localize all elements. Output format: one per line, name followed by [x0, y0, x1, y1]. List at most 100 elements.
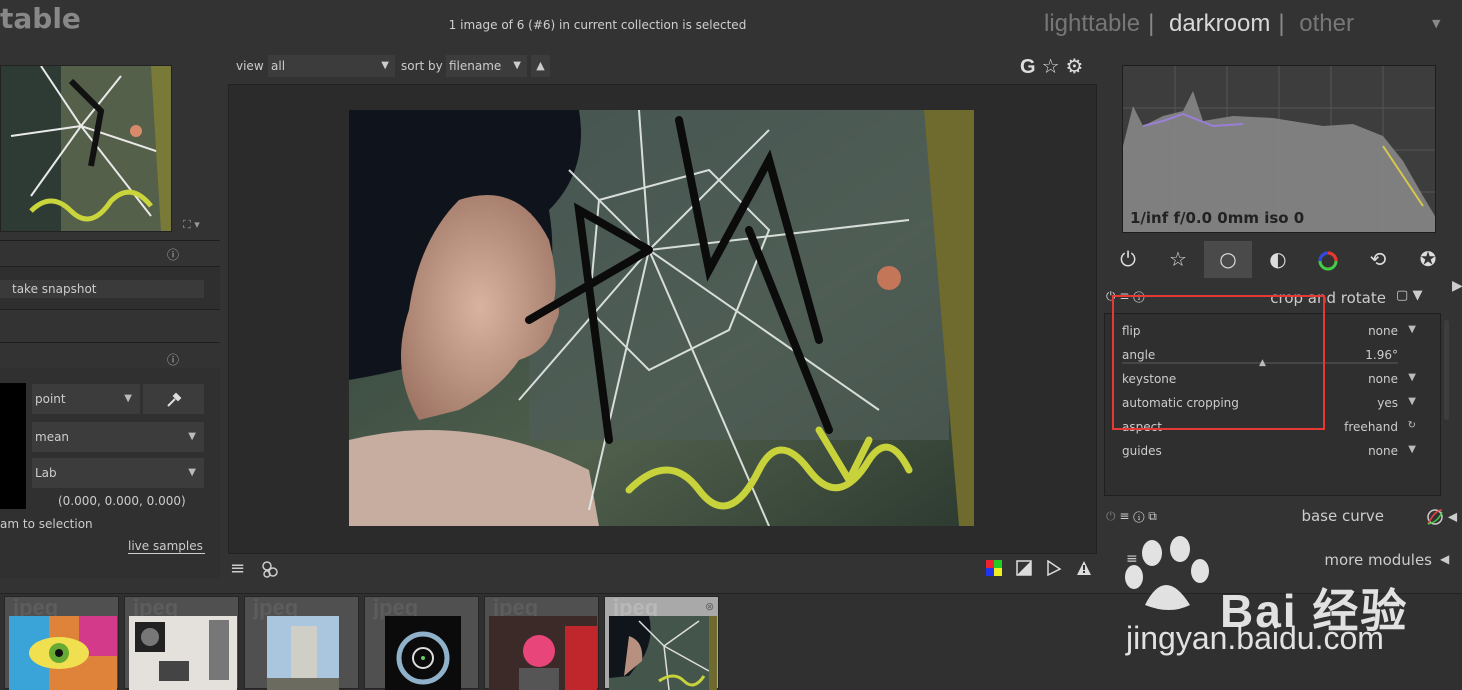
- thumb-image: [129, 616, 237, 690]
- exif-info: 1/inf f/0.0 0mm iso 0: [1130, 209, 1305, 227]
- restrict-histogram-toggle[interactable]: am to selection: [0, 517, 93, 531]
- right-panel-scrollbar[interactable]: [1444, 320, 1449, 420]
- chevron-down-icon: ▼: [1408, 324, 1416, 335]
- grouping-button[interactable]: G: [1020, 56, 1036, 78]
- presets-icon[interactable]: ≡: [1119, 509, 1129, 523]
- guides-param[interactable]: guides none ▼: [1122, 444, 1418, 464]
- histogram[interactable]: [1122, 65, 1436, 233]
- menu-icon[interactable]: ≡: [230, 558, 245, 579]
- close-icon[interactable]: ⊗: [705, 600, 714, 613]
- base-curve-header-icons: ⏻ ≡ ⓘ ⧉: [1106, 509, 1157, 524]
- base-curve-controls[interactable]: ◀: [1426, 508, 1457, 526]
- param-value: 1.96°: [1365, 348, 1398, 362]
- thumb-image: [9, 616, 117, 690]
- filmstrip-thumb[interactable]: jpeg: [484, 595, 599, 690]
- main-image[interactable]: [349, 110, 974, 526]
- warning-icon[interactable]: [1076, 560, 1094, 578]
- view-filter-select[interactable]: all ▼: [268, 55, 395, 77]
- filmstrip-thumb[interactable]: jpeg: [244, 595, 359, 690]
- chevron-left-icon[interactable]: ◀: [1440, 552, 1449, 566]
- softproof-icon[interactable]: [986, 560, 1004, 578]
- section-divider: [0, 240, 220, 241]
- info-icon[interactable]: ⓘ: [167, 246, 179, 263]
- thumb-image: [609, 616, 717, 690]
- view-label: view: [236, 59, 264, 73]
- param-value: none: [1368, 324, 1398, 338]
- thumb-image: [385, 616, 461, 690]
- view-other[interactable]: other: [1299, 10, 1354, 37]
- view-switcher: lighttable | darkroom | other: [1044, 10, 1362, 38]
- reset-icon[interactable]: ⓘ: [1133, 509, 1144, 523]
- param-value: yes: [1377, 396, 1398, 410]
- collection-info: 1 image of 6 (#6) in current collection …: [448, 18, 747, 32]
- filmstrip-thumb[interactable]: jpeg: [4, 595, 119, 690]
- picker-statistic-select[interactable]: mean ▼: [32, 422, 204, 452]
- sort-order-button[interactable]: ▲: [531, 55, 550, 77]
- power-icon[interactable]: ⏻: [1104, 241, 1152, 278]
- filmstrip-thumb[interactable]: jpeg: [124, 595, 239, 690]
- overexposed-icon[interactable]: [1046, 559, 1064, 578]
- chevron-down-icon: ▼: [1408, 444, 1416, 455]
- swap-icon: ↻: [1407, 420, 1416, 431]
- picker-mode-select[interactable]: point ▼: [32, 384, 140, 414]
- filmstrip-thumb[interactable]: jpeg: [364, 595, 479, 690]
- gamut-check-icon[interactable]: [1016, 560, 1034, 578]
- chevron-down-icon: ▼: [188, 467, 196, 478]
- picker-colorspace-value: Lab: [35, 466, 57, 480]
- filmstrip-thumb-selected[interactable]: jpeg: [604, 595, 719, 690]
- thumb-image: [489, 616, 597, 690]
- collapse-top-icon[interactable]: ▼: [1432, 17, 1440, 30]
- star-icon[interactable]: ☆: [1042, 54, 1060, 78]
- chevron-down-icon: ▼: [1408, 396, 1416, 407]
- info-icon[interactable]: ⓘ: [167, 351, 179, 368]
- bottom-left-icons: ≡: [230, 558, 281, 579]
- chevron-down-icon[interactable]: ▼: [1412, 288, 1422, 303]
- take-snapshot-button[interactable]: take snapshot: [0, 280, 204, 298]
- navigation-thumbnail[interactable]: [0, 65, 172, 232]
- styles-icon[interactable]: [261, 558, 281, 579]
- up-triangle-icon: ▲: [536, 59, 545, 72]
- annotation-highlight-box: [1112, 295, 1325, 430]
- picker-swatch: [0, 383, 26, 509]
- view-filter-value: all: [271, 59, 286, 73]
- picker-mode-value: point: [35, 392, 66, 406]
- mask-icon[interactable]: ▢: [1396, 288, 1408, 303]
- eyedropper-button[interactable]: [143, 384, 204, 414]
- section-divider: [0, 342, 220, 343]
- picker-colorspace-select[interactable]: Lab ▼: [32, 458, 204, 488]
- param-value: none: [1368, 372, 1398, 386]
- chevron-left-icon: ◀: [1447, 509, 1458, 524]
- view-lighttable[interactable]: lighttable: [1044, 10, 1140, 37]
- chevron-down-icon: ▼: [188, 431, 196, 442]
- baidu-paw-logo: [1125, 536, 1209, 610]
- chevron-down-icon: ▼: [513, 60, 521, 71]
- shaded-circle-icon[interactable]: ◐: [1254, 241, 1302, 278]
- picker-statistic-value: mean: [35, 430, 70, 444]
- thumb-image: [267, 616, 339, 690]
- sort-by-label: sort by: [401, 59, 443, 73]
- rotate-circle-icon[interactable]: ⟲: [1354, 241, 1402, 278]
- param-value: none: [1368, 444, 1398, 458]
- live-samples-label[interactable]: live samples: [128, 539, 205, 554]
- curve-icon: [1426, 509, 1444, 525]
- thumbnail-toggles[interactable]: ⛶ ▾: [183, 218, 200, 232]
- crop-module-controls[interactable]: ▢ ▼: [1396, 288, 1422, 303]
- star-outline-icon[interactable]: ☆: [1154, 241, 1202, 278]
- color-circle-icon[interactable]: [1304, 241, 1352, 278]
- chevron-down-icon: ▼: [124, 393, 132, 404]
- watermark-url: jingyan.baidu.com: [1126, 620, 1384, 656]
- view-separator: |: [1148, 10, 1155, 37]
- circle-icon[interactable]: ○: [1204, 241, 1252, 278]
- expand-right-icon[interactable]: ▶: [1452, 278, 1462, 294]
- duplicate-icon[interactable]: ⧉: [1148, 509, 1157, 523]
- power-icon[interactable]: ⏻: [1106, 509, 1116, 523]
- aperture-icon[interactable]: ✪: [1404, 241, 1452, 278]
- eyedropper-icon: [165, 392, 183, 407]
- chevron-down-icon: ▼: [381, 60, 389, 71]
- base-curve-title[interactable]: base curve: [1260, 507, 1384, 525]
- param-label: guides: [1122, 444, 1162, 458]
- sort-by-select[interactable]: filename ▼: [446, 55, 527, 77]
- picker-values: (0.000, 0.000, 0.000): [58, 494, 186, 508]
- view-darkroom[interactable]: darkroom: [1169, 10, 1270, 37]
- gear-icon[interactable]: ⚙: [1066, 54, 1084, 78]
